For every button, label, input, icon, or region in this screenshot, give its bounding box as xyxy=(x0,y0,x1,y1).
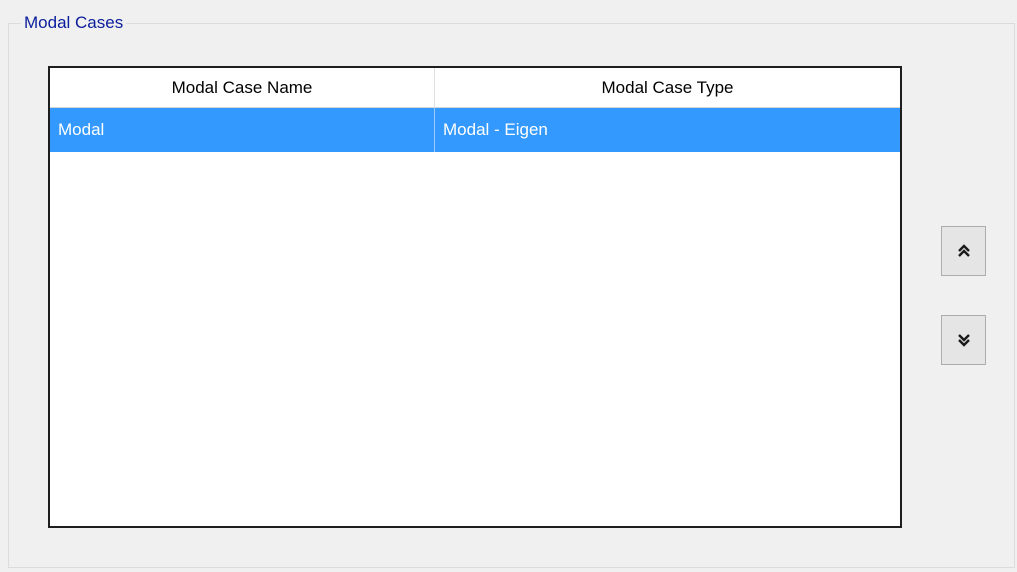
column-header-modal-case-name[interactable]: Modal Case Name xyxy=(50,68,435,107)
modal-case-name-cell[interactable]: Modal xyxy=(50,108,435,152)
double-chevron-down-icon xyxy=(957,333,971,347)
modal-cases-group-title: Modal Cases xyxy=(21,12,127,34)
modal-case-type-cell[interactable]: Modal - Eigen xyxy=(435,108,900,152)
column-header-modal-case-type[interactable]: Modal Case Type xyxy=(435,68,900,107)
double-chevron-up-icon xyxy=(957,244,971,258)
table-row[interactable]: Modal Modal - Eigen xyxy=(50,108,900,152)
move-down-button[interactable] xyxy=(941,315,986,365)
grid-header: Modal Case Name Modal Case Type xyxy=(50,68,900,108)
move-up-button[interactable] xyxy=(941,226,986,276)
modal-cases-grid[interactable]: Modal Case Name Modal Case Type Modal Mo… xyxy=(48,66,902,528)
